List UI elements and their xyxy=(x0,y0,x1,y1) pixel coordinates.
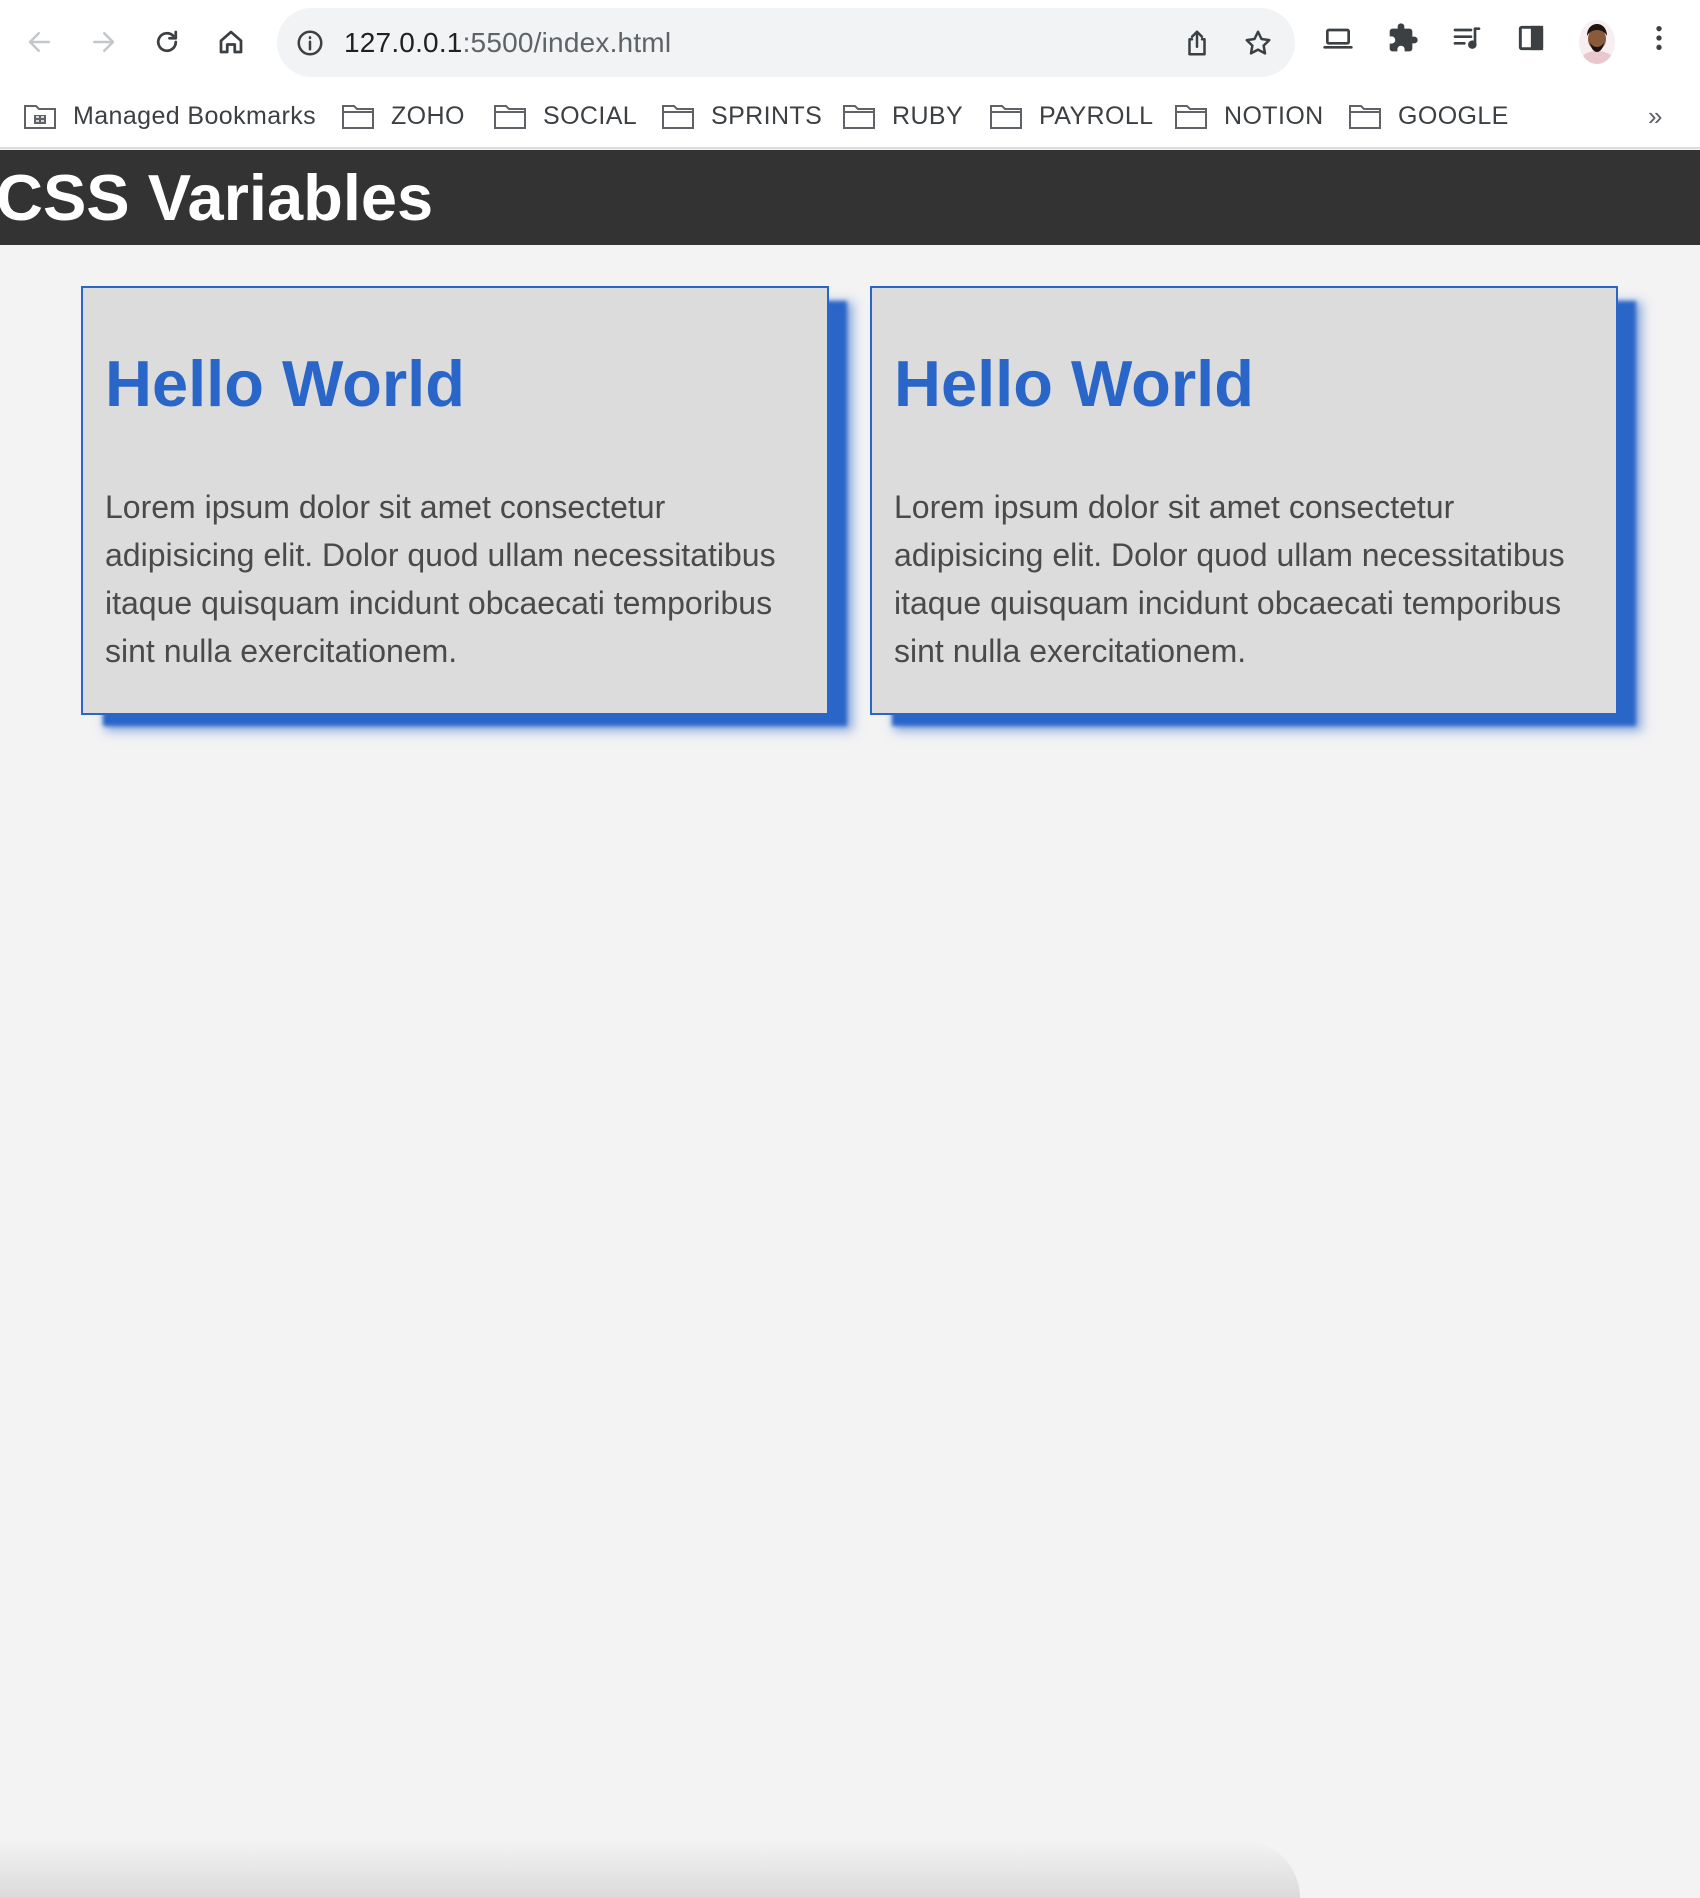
folder-icon xyxy=(342,105,374,129)
bookmark-label: SPRINTS xyxy=(711,101,823,130)
card: Hello World Lorem ipsum dolor sit amet c… xyxy=(870,286,1618,715)
page-title: CSS Variables xyxy=(0,161,434,234)
profile-avatar[interactable] xyxy=(1579,20,1615,64)
bookmark-managed[interactable]: Managed Bookmarks xyxy=(23,95,316,137)
managed-folder-icon xyxy=(24,105,56,129)
bookmark-label: ZOHO xyxy=(391,101,465,130)
card-body: Lorem ipsum dolor sit amet consectetur a… xyxy=(894,489,1565,669)
bookmark-label: NOTION xyxy=(1224,101,1324,130)
arrow-left-icon xyxy=(28,32,50,52)
folder-icon xyxy=(1175,105,1207,129)
bookmark-folder-payroll[interactable]: PAYROLL xyxy=(989,95,1153,137)
reload-icon xyxy=(156,30,178,53)
media-queue-icon[interactable] xyxy=(1451,22,1483,54)
bookmark-folder-zoho[interactable]: ZOHO xyxy=(341,95,465,137)
bookmark-folder-sprints[interactable]: SPRINTS xyxy=(661,95,822,137)
star-icon[interactable] xyxy=(1243,28,1273,58)
folder-icon xyxy=(990,105,1022,129)
bookmarks-overflow-button[interactable]: » xyxy=(1648,95,1662,137)
window-bottom-shadow xyxy=(0,1840,1300,1898)
card: Hello World Lorem ipsum dolor sit amet c… xyxy=(81,286,829,715)
folder-icon xyxy=(1349,105,1381,129)
bookmark-label: RUBY xyxy=(892,101,964,130)
browser-toolbar: 127.0.0.1:5500/index.html xyxy=(0,0,1700,85)
kebab-menu-icon[interactable] xyxy=(1643,22,1675,54)
home-icon xyxy=(219,30,243,54)
address-bar[interactable]: 127.0.0.1:5500/index.html xyxy=(277,8,1295,77)
bookmark-folder-social[interactable]: SOCIAL xyxy=(493,95,637,137)
bookmark-label: PAYROLL xyxy=(1039,101,1154,130)
url-path: :5500/index.html xyxy=(462,27,672,58)
bookmark-folder-ruby[interactable]: RUBY xyxy=(842,95,963,137)
card-body: Lorem ipsum dolor sit amet consectetur a… xyxy=(105,489,776,669)
url-host: 127.0.0.1 xyxy=(344,27,463,58)
card-title: Hello World xyxy=(894,347,1254,420)
back-button[interactable] xyxy=(19,21,61,63)
folder-icon xyxy=(843,105,875,129)
card-title: Hello World xyxy=(105,347,465,420)
share-icon[interactable] xyxy=(1182,28,1212,58)
url-text[interactable]: 127.0.0.1:5500/index.html xyxy=(344,8,671,77)
arrow-right-icon xyxy=(93,32,115,52)
bookmark-label: GOOGLE xyxy=(1398,101,1509,130)
puzzle-icon[interactable] xyxy=(1387,22,1419,54)
home-button[interactable] xyxy=(210,21,252,63)
folder-icon xyxy=(662,105,694,129)
bookmark-folder-google[interactable]: GOOGLE xyxy=(1348,95,1509,137)
bookmarks-bar: Managed Bookmarks ZOHO SOCIAL SPRINTS RU… xyxy=(0,85,1700,149)
info-icon[interactable] xyxy=(295,28,325,58)
folder-icon xyxy=(494,105,526,129)
forward-button[interactable] xyxy=(82,21,124,63)
bookmark-folder-notion[interactable]: NOTION xyxy=(1174,95,1324,137)
bookmark-label: SOCIAL xyxy=(543,101,638,130)
side-panel-icon[interactable] xyxy=(1515,22,1547,54)
bookmark-label: Managed Bookmarks xyxy=(73,101,317,130)
laptop-icon[interactable] xyxy=(1322,22,1354,54)
page-header: CSS Variables xyxy=(0,150,1700,245)
reload-button[interactable] xyxy=(146,21,188,63)
